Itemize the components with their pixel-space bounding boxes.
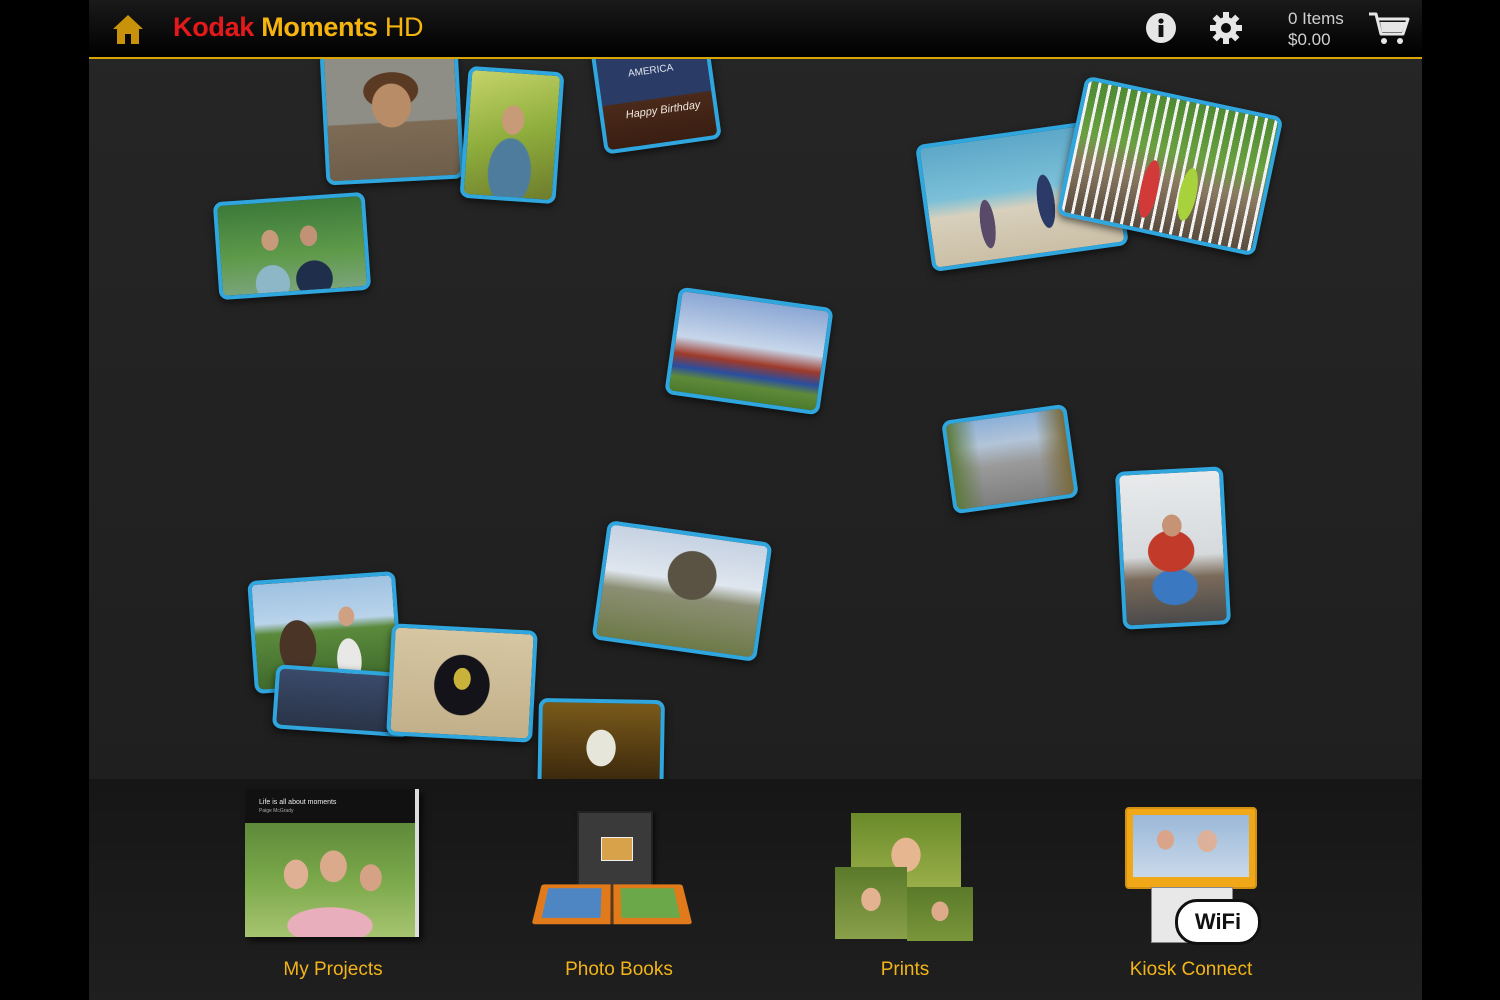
photo-muddy-boy[interactable]	[319, 59, 465, 186]
photo-skull-mask[interactable]	[537, 697, 665, 779]
photo-stage: AMERICA Happy Birthday	[89, 59, 1422, 779]
home-icon[interactable]	[111, 12, 145, 46]
app-window: Kodak Moments HD 0 Items $0.00 AMERICA H…	[89, 0, 1422, 1000]
photo-birthday-cake[interactable]: AMERICA Happy Birthday	[590, 59, 722, 155]
top-bar: Kodak Moments HD 0 Items $0.00	[89, 0, 1422, 59]
my-projects-book-icon: Life is all about moments Paige McGrady	[245, 789, 419, 937]
brand-hd: HD	[384, 12, 424, 42]
dock-label-photo-books: Photo Books	[565, 959, 673, 980]
brand-moments: Moments	[261, 12, 378, 42]
photo-street-race[interactable]	[941, 403, 1079, 515]
photo-park-tree[interactable]	[591, 520, 773, 662]
dock-label-prints: Prints	[880, 959, 930, 980]
book-cover-title: Life is all about moments	[259, 799, 337, 806]
photo-track-field[interactable]	[664, 286, 834, 416]
brand-kodak: Kodak	[173, 12, 255, 42]
info-icon[interactable]	[1144, 11, 1178, 45]
shirt-text: AMERICA	[627, 62, 674, 80]
bottom-dock: Life is all about moments Paige McGrady …	[89, 779, 1422, 1000]
cart-summary[interactable]: 0 Items $0.00	[1288, 8, 1344, 50]
dock-photo-books[interactable]: Photo Books	[499, 779, 739, 1000]
photo-wig-person[interactable]	[386, 623, 538, 743]
photo-two-teens-lake[interactable]	[212, 191, 372, 301]
cake-text: Happy Birthday	[624, 99, 702, 122]
app-logo: Kodak Moments HD	[173, 12, 424, 43]
cart-items-count: 0 Items	[1288, 9, 1344, 28]
gear-icon[interactable]	[1209, 11, 1243, 45]
wifi-badge-text: WiFi	[1194, 909, 1242, 934]
cart-total: $0.00	[1288, 30, 1331, 49]
dock-label-my-projects: My Projects	[283, 959, 383, 980]
dock-prints[interactable]: Prints	[785, 779, 1025, 1000]
dock-kiosk-connect[interactable]: WiFi Kiosk Connect	[1071, 779, 1311, 1000]
photo-books-icon	[577, 811, 653, 895]
photo-boy-outdoors[interactable]	[459, 65, 565, 205]
kiosk-icon: WiFi	[1125, 807, 1265, 947]
dock-label-kiosk-connect: Kiosk Connect	[1129, 959, 1253, 980]
book-cover-author: Paige McGrady	[259, 808, 294, 814]
dock-my-projects[interactable]: Life is all about moments Paige McGrady …	[213, 779, 453, 1000]
prints-icon	[835, 813, 975, 943]
photo-family-desk[interactable]	[1114, 466, 1232, 630]
shopping-cart-icon[interactable]	[1368, 10, 1410, 46]
